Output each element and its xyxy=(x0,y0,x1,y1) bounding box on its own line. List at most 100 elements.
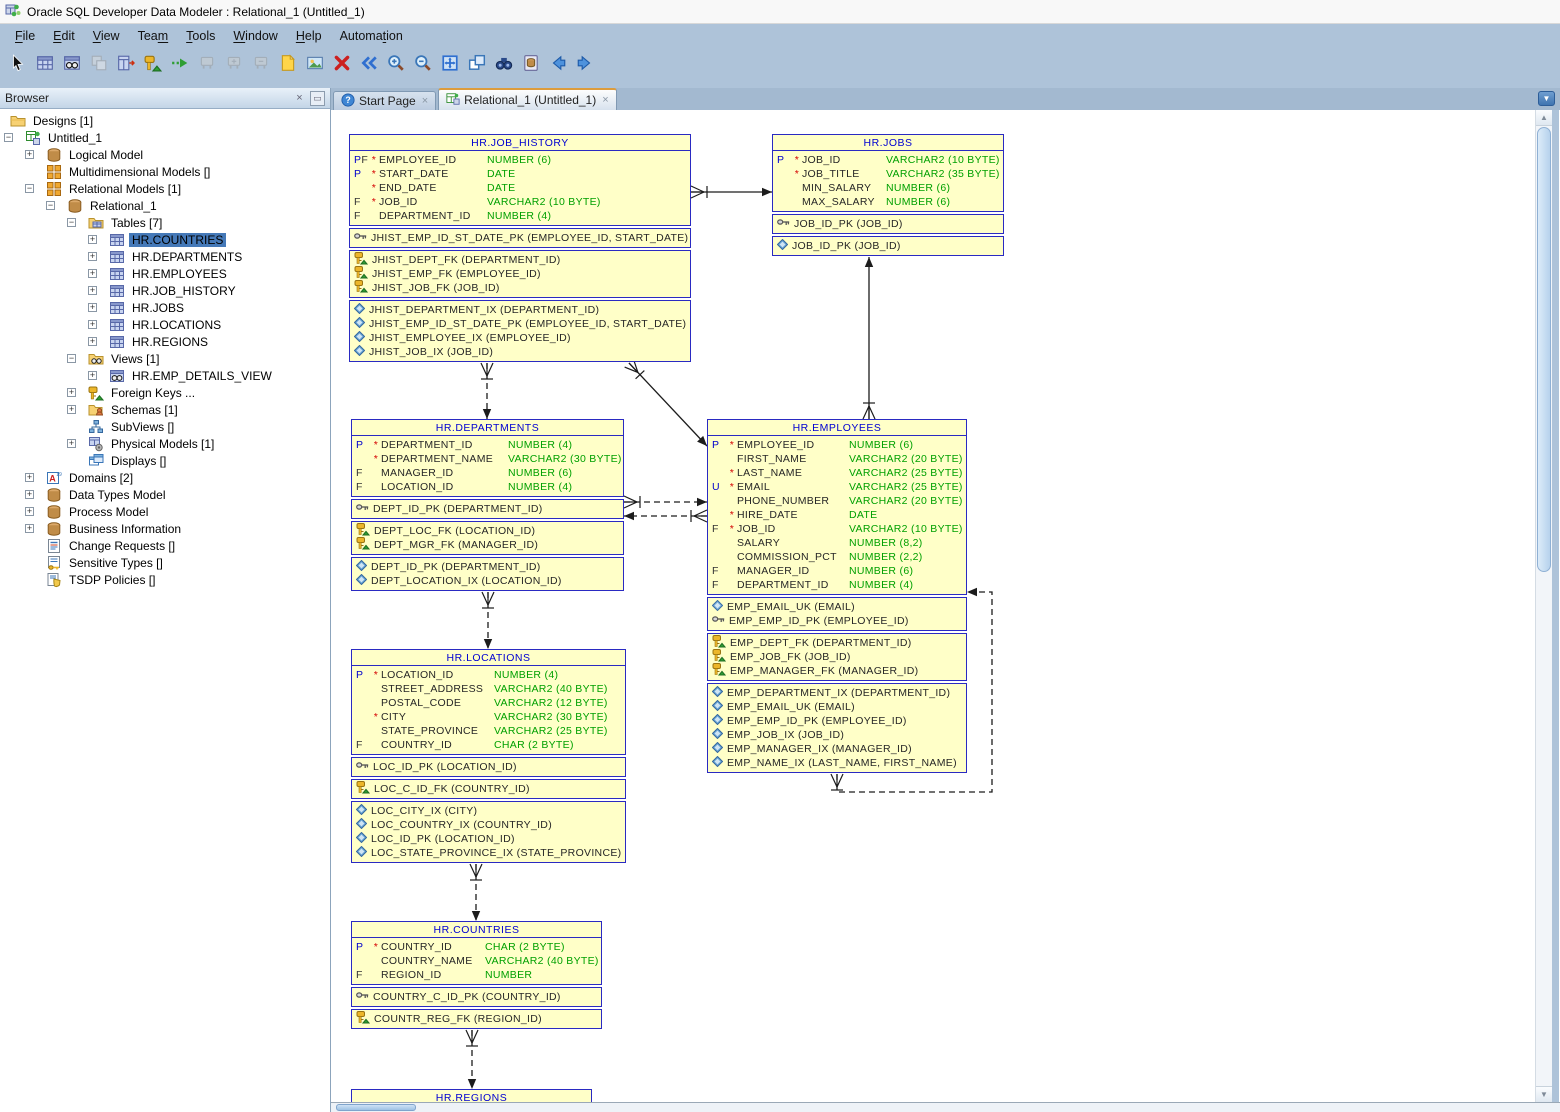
tree-item-displays[interactable]: Displays [] xyxy=(0,452,330,469)
tree-expander[interactable]: + xyxy=(67,439,88,448)
tree-item-hr-employees[interactable]: +HR.EMPLOYEES xyxy=(0,265,330,282)
toolbar-select-pointer-button[interactable] xyxy=(6,51,30,75)
tree-item-change-requests[interactable]: Change Requests [] xyxy=(0,537,330,554)
tree-item-untitled-1[interactable]: −Untitled_1 xyxy=(0,129,330,146)
tree-item-relational-models-1[interactable]: −Relational Models [1] xyxy=(0,180,330,197)
vertical-scroll-thumb[interactable] xyxy=(1537,127,1551,572)
tree-item-designs-1[interactable]: Designs [1] xyxy=(0,112,330,129)
tree-item-sensitive-types[interactable]: Sensitive Types [] xyxy=(0,554,330,571)
menu-item-automation[interactable]: Automation xyxy=(331,26,412,46)
tree-item-hr-job-history[interactable]: +HR.JOB_HISTORY xyxy=(0,282,330,299)
tree-expander[interactable]: − xyxy=(4,133,25,142)
tree-item-hr-locations[interactable]: +HR.LOCATIONS xyxy=(0,316,330,333)
toolbar-resize-windows-button[interactable] xyxy=(465,51,489,75)
toolbar-delete-button[interactable] xyxy=(330,51,354,75)
relation-loc-countries[interactable] xyxy=(470,864,482,921)
relation-emp-departments[interactable] xyxy=(624,496,707,508)
close-browser-button[interactable]: × xyxy=(292,91,307,106)
relation-jhist-departments[interactable] xyxy=(481,363,493,419)
menu-item-tools[interactable]: Tools xyxy=(177,26,224,46)
toolbar-fit-screen-button[interactable] xyxy=(438,51,462,75)
tree-item-hr-jobs[interactable]: +HR.JOBS xyxy=(0,299,330,316)
tree-expander[interactable]: + xyxy=(25,524,46,533)
dock-browser-button[interactable]: ▭ xyxy=(310,91,325,106)
toolbar-forward-button[interactable] xyxy=(573,51,597,75)
tree-item-hr-countries[interactable]: +HR.COUNTRIES xyxy=(0,231,330,248)
tree-item-logical-model[interactable]: +Logical Model xyxy=(0,146,330,163)
tree-item-process-model[interactable]: +Process Model xyxy=(0,503,330,520)
tree-item-relational-1[interactable]: −Relational_1 xyxy=(0,197,330,214)
vertical-scrollbar[interactable]: ▲ ▼ xyxy=(1535,110,1552,1102)
tree-item-schemas-1[interactable]: +Schemas [1] xyxy=(0,401,330,418)
toolbar-zoom-out-button[interactable] xyxy=(411,51,435,75)
menu-item-window[interactable]: Window xyxy=(224,26,286,46)
tree-item-hr-regions[interactable]: +HR.REGIONS xyxy=(0,333,330,350)
toolbar-collapse-all-button[interactable] xyxy=(357,51,381,75)
menu-item-file[interactable]: File xyxy=(6,26,44,46)
toolbar-dms-browser-button[interactable] xyxy=(519,51,543,75)
toolbar-flow-arrow-button[interactable] xyxy=(168,51,192,75)
tree-item-tables-7[interactable]: −Tables [7] xyxy=(0,214,330,231)
tree-item-multidimensional-models[interactable]: Multidimensional Models [] xyxy=(0,163,330,180)
tree-item-business-information[interactable]: +Business Information xyxy=(0,520,330,537)
entity-departments[interactable]: HR.DEPARTMENTSP*DEPARTMENT_IDNUMBER (4)*… xyxy=(351,419,624,591)
relation-dept-locations[interactable] xyxy=(482,592,494,649)
tree-expander[interactable]: + xyxy=(25,507,46,516)
tree-expander[interactable]: + xyxy=(88,371,109,380)
menu-item-edit[interactable]: Edit xyxy=(44,26,84,46)
entity-jobs[interactable]: HR.JOBSP*JOB_IDVARCHAR2 (10 BYTE)*JOB_TI… xyxy=(772,134,1004,256)
menu-item-team[interactable]: Team xyxy=(129,26,178,46)
tree-expander[interactable]: + xyxy=(88,269,109,278)
tree-expander[interactable]: − xyxy=(67,218,88,227)
toolbar-zoom-in-button[interactable] xyxy=(384,51,408,75)
entity-job_history[interactable]: HR.JOB_HISTORYPF*EMPLOYEE_IDNUMBER (6)P*… xyxy=(349,134,691,362)
toolbar-new-note-button[interactable] xyxy=(276,51,300,75)
horizontal-scroll-thumb[interactable] xyxy=(336,1104,416,1111)
horizontal-scrollbar[interactable] xyxy=(331,1102,1560,1112)
tree-item-hr-emp-details-view[interactable]: +HR.EMP_DETAILS_VIEW xyxy=(0,367,330,384)
tree-expander[interactable]: + xyxy=(88,235,109,244)
tree-item-views-1[interactable]: −Views [1] xyxy=(0,350,330,367)
tree-item-hr-departments[interactable]: +HR.DEPARTMENTS xyxy=(0,248,330,265)
toolbar-back-button[interactable] xyxy=(546,51,570,75)
relation-countries-regions[interactable] xyxy=(466,1030,478,1089)
tree-expander[interactable]: − xyxy=(46,201,67,210)
tree-expander[interactable]: + xyxy=(88,303,109,312)
entity-locations[interactable]: HR.LOCATIONSP*LOCATION_IDNUMBER (4)STREE… xyxy=(351,649,626,863)
toolbar-search-button[interactable] xyxy=(492,51,516,75)
scroll-down-arrow[interactable]: ▼ xyxy=(1536,1086,1552,1102)
tree-item-physical-models-1[interactable]: +Physical Models [1] xyxy=(0,435,330,452)
entity-employees[interactable]: HR.EMPLOYEESP*EMPLOYEE_IDNUMBER (6)FIRST… xyxy=(707,419,967,773)
tab-list-dropdown-button[interactable]: ▼ xyxy=(1538,91,1555,106)
toolbar-new-view-button[interactable] xyxy=(60,51,84,75)
tab-start-page[interactable]: ? Start Page × xyxy=(333,91,436,110)
tree-expander[interactable]: + xyxy=(88,286,109,295)
menu-item-view[interactable]: View xyxy=(84,26,129,46)
toolbar-split-table-button[interactable] xyxy=(114,51,138,75)
tree-expander[interactable]: + xyxy=(25,150,46,159)
relation-jhist-jobs[interactable] xyxy=(691,186,772,198)
toolbar-new-table-button[interactable] xyxy=(33,51,57,75)
close-tab-icon[interactable]: × xyxy=(422,95,428,107)
tree-item-data-types-model[interactable]: +Data Types Model xyxy=(0,486,330,503)
diagram-canvas[interactable]: HR.JOB_HISTORYPF*EMPLOYEE_IDNUMBER (6)P*… xyxy=(331,110,1535,1102)
toolbar-new-foreign-key-button[interactable] xyxy=(141,51,165,75)
tree-item-subviews[interactable]: SubViews [] xyxy=(0,418,330,435)
tab-relational-1[interactable]: Relational_1 (Untitled_1) × xyxy=(438,88,617,110)
tree-item-foreign-keys[interactable]: +Foreign Keys ... xyxy=(0,384,330,401)
entity-regions[interactable]: HR.REGIONS xyxy=(351,1089,592,1102)
tree-expander[interactable]: + xyxy=(25,490,46,499)
scroll-up-arrow[interactable]: ▲ xyxy=(1536,110,1552,126)
relation-emp-jobs[interactable] xyxy=(863,257,875,419)
toolbar-image-button[interactable] xyxy=(303,51,327,75)
entity-countries[interactable]: HR.COUNTRIESP*COUNTRY_IDCHAR (2 BYTE)COU… xyxy=(351,921,602,1029)
tree-expander[interactable]: − xyxy=(67,354,88,363)
tree-item-tsdp-policies[interactable]: TSDP Policies [] xyxy=(0,571,330,588)
close-tab-icon[interactable]: × xyxy=(602,94,608,106)
tree-expander[interactable]: − xyxy=(25,184,46,193)
tree-expander[interactable]: + xyxy=(67,405,88,414)
tree-item-domains-2[interactable]: +A19Domains [2] xyxy=(0,469,330,486)
tree-expander[interactable]: + xyxy=(88,337,109,346)
tree-expander[interactable]: + xyxy=(88,320,109,329)
tree-expander[interactable]: + xyxy=(88,252,109,261)
